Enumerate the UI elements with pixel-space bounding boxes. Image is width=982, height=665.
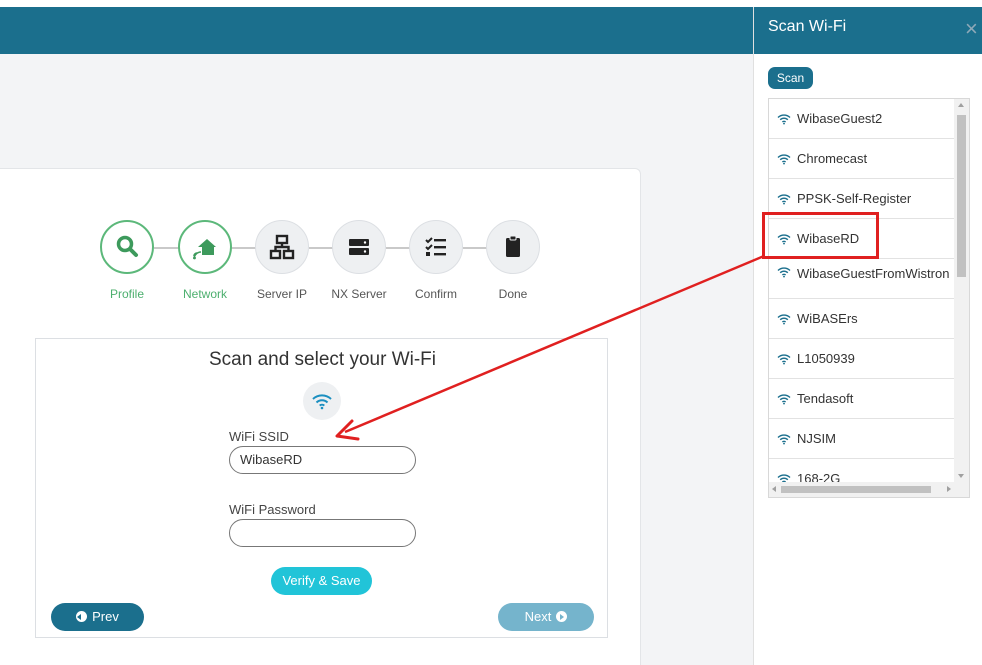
wifi-form-panel: Scan and select your Wi-Fi WiFi SSID Wib…: [35, 338, 608, 638]
wifi-network-item[interactable]: Tendasoft: [769, 379, 954, 419]
step-done[interactable]: Done: [483, 220, 543, 301]
scan-button[interactable]: Scan: [768, 67, 813, 89]
wifi-icon: [777, 473, 797, 482]
server-icon: [332, 220, 386, 274]
wifi-icon: [777, 153, 797, 165]
wifi-network-list[interactable]: WibaseGuest2 Chromecast PPSK-Self-Register…: [768, 98, 970, 498]
network-topology-icon: [255, 220, 309, 274]
step-label: Done: [498, 287, 528, 301]
wifi-network-name: Chromecast: [797, 151, 868, 166]
prev-label: Prev: [92, 609, 119, 624]
password-input[interactable]: [229, 519, 416, 547]
next-label: Next: [524, 609, 552, 624]
form-title: Scan and select your Wi-Fi: [208, 349, 437, 370]
side-panel-title: Scan Wi-Fi: [768, 18, 847, 35]
wifi-network-name: NJSIM: [797, 431, 836, 446]
wifi-network-name: WibaseGuest2: [797, 111, 883, 126]
scroll-thumb[interactable]: [781, 486, 931, 493]
clipboard-icon: [486, 220, 540, 274]
network-home-icon: [178, 220, 232, 274]
scroll-down-icon[interactable]: [958, 474, 964, 478]
horizontal-scrollbar[interactable]: [769, 482, 954, 497]
step-confirm[interactable]: Confirm: [406, 220, 466, 301]
wifi-icon: [303, 382, 341, 420]
wifi-icon: [777, 393, 797, 405]
vertical-scrollbar[interactable]: [954, 99, 969, 482]
scroll-up-icon[interactable]: [958, 103, 964, 107]
step-nx-server[interactable]: NX Server: [329, 220, 389, 301]
wifi-icon: [777, 266, 797, 282]
wifi-network-item[interactable]: L1050939: [769, 339, 954, 379]
wifi-network-name: WiBASErs: [797, 311, 858, 326]
prev-button[interactable]: Prev: [51, 603, 144, 631]
wifi-network-item[interactable]: WibaseGuest2: [769, 99, 954, 139]
chevron-left-icon: [76, 611, 88, 622]
scan-wifi-panel: Scan Wi-Fi × Scan WibaseGuest2 Chromecast…: [753, 7, 982, 665]
network-items: WibaseGuest2 Chromecast PPSK-Self-Register…: [769, 99, 954, 482]
wifi-icon: [777, 353, 797, 365]
wifi-network-item[interactable]: WiBASErs: [769, 299, 954, 339]
step-server-ip[interactable]: Server IP: [252, 220, 312, 301]
password-label: WiFi Password: [229, 502, 316, 517]
wifi-icon: [777, 113, 797, 125]
wifi-icon: [777, 313, 797, 325]
ssid-input[interactable]: WibaseRD: [229, 446, 416, 474]
step-label: Profile: [109, 287, 144, 301]
annotation-highlight-box: [762, 212, 879, 259]
scrollbar-corner: [954, 482, 969, 497]
step-profile[interactable]: Profile: [97, 220, 157, 301]
ssid-label: WiFi SSID: [229, 429, 289, 444]
verify-save-button[interactable]: Verify & Save: [271, 567, 372, 595]
wifi-network-name: Tendasoft: [797, 391, 854, 406]
scroll-thumb[interactable]: [957, 115, 966, 277]
wifi-network-item[interactable]: 168-2G: [769, 459, 954, 482]
close-icon[interactable]: ×: [965, 18, 982, 40]
scroll-right-icon[interactable]: [947, 486, 951, 492]
top-header-bar: [0, 7, 753, 54]
wifi-network-item[interactable]: Chromecast: [769, 139, 954, 179]
step-label: Server IP: [256, 287, 307, 301]
wifi-icon: [777, 433, 797, 445]
step-label: Network: [182, 287, 227, 301]
wifi-network-name: PPSK-Self-Register: [797, 191, 912, 206]
wizard-stepper: Profile Network Server IP NX Server Conf…: [100, 220, 550, 310]
scroll-left-icon[interactable]: [772, 486, 776, 492]
wifi-network-name: 168-2G: [797, 471, 841, 482]
side-panel-header: Scan Wi-Fi ×: [754, 7, 982, 54]
wifi-network-name: WibaseGuestFromWistron: [797, 266, 950, 281]
wifi-network-item[interactable]: WibaseGuestFromWistron: [769, 259, 954, 299]
step-label: NX Server: [331, 287, 387, 301]
checklist-icon: [409, 220, 463, 274]
step-label: Confirm: [414, 287, 457, 301]
search-icon: [100, 220, 154, 274]
wifi-network-item[interactable]: NJSIM: [769, 419, 954, 459]
chevron-right-icon: [556, 611, 568, 622]
wifi-network-name: L1050939: [797, 351, 855, 366]
wifi-icon: [777, 193, 797, 205]
next-button[interactable]: Next: [498, 603, 594, 631]
step-network[interactable]: Network: [175, 220, 235, 301]
